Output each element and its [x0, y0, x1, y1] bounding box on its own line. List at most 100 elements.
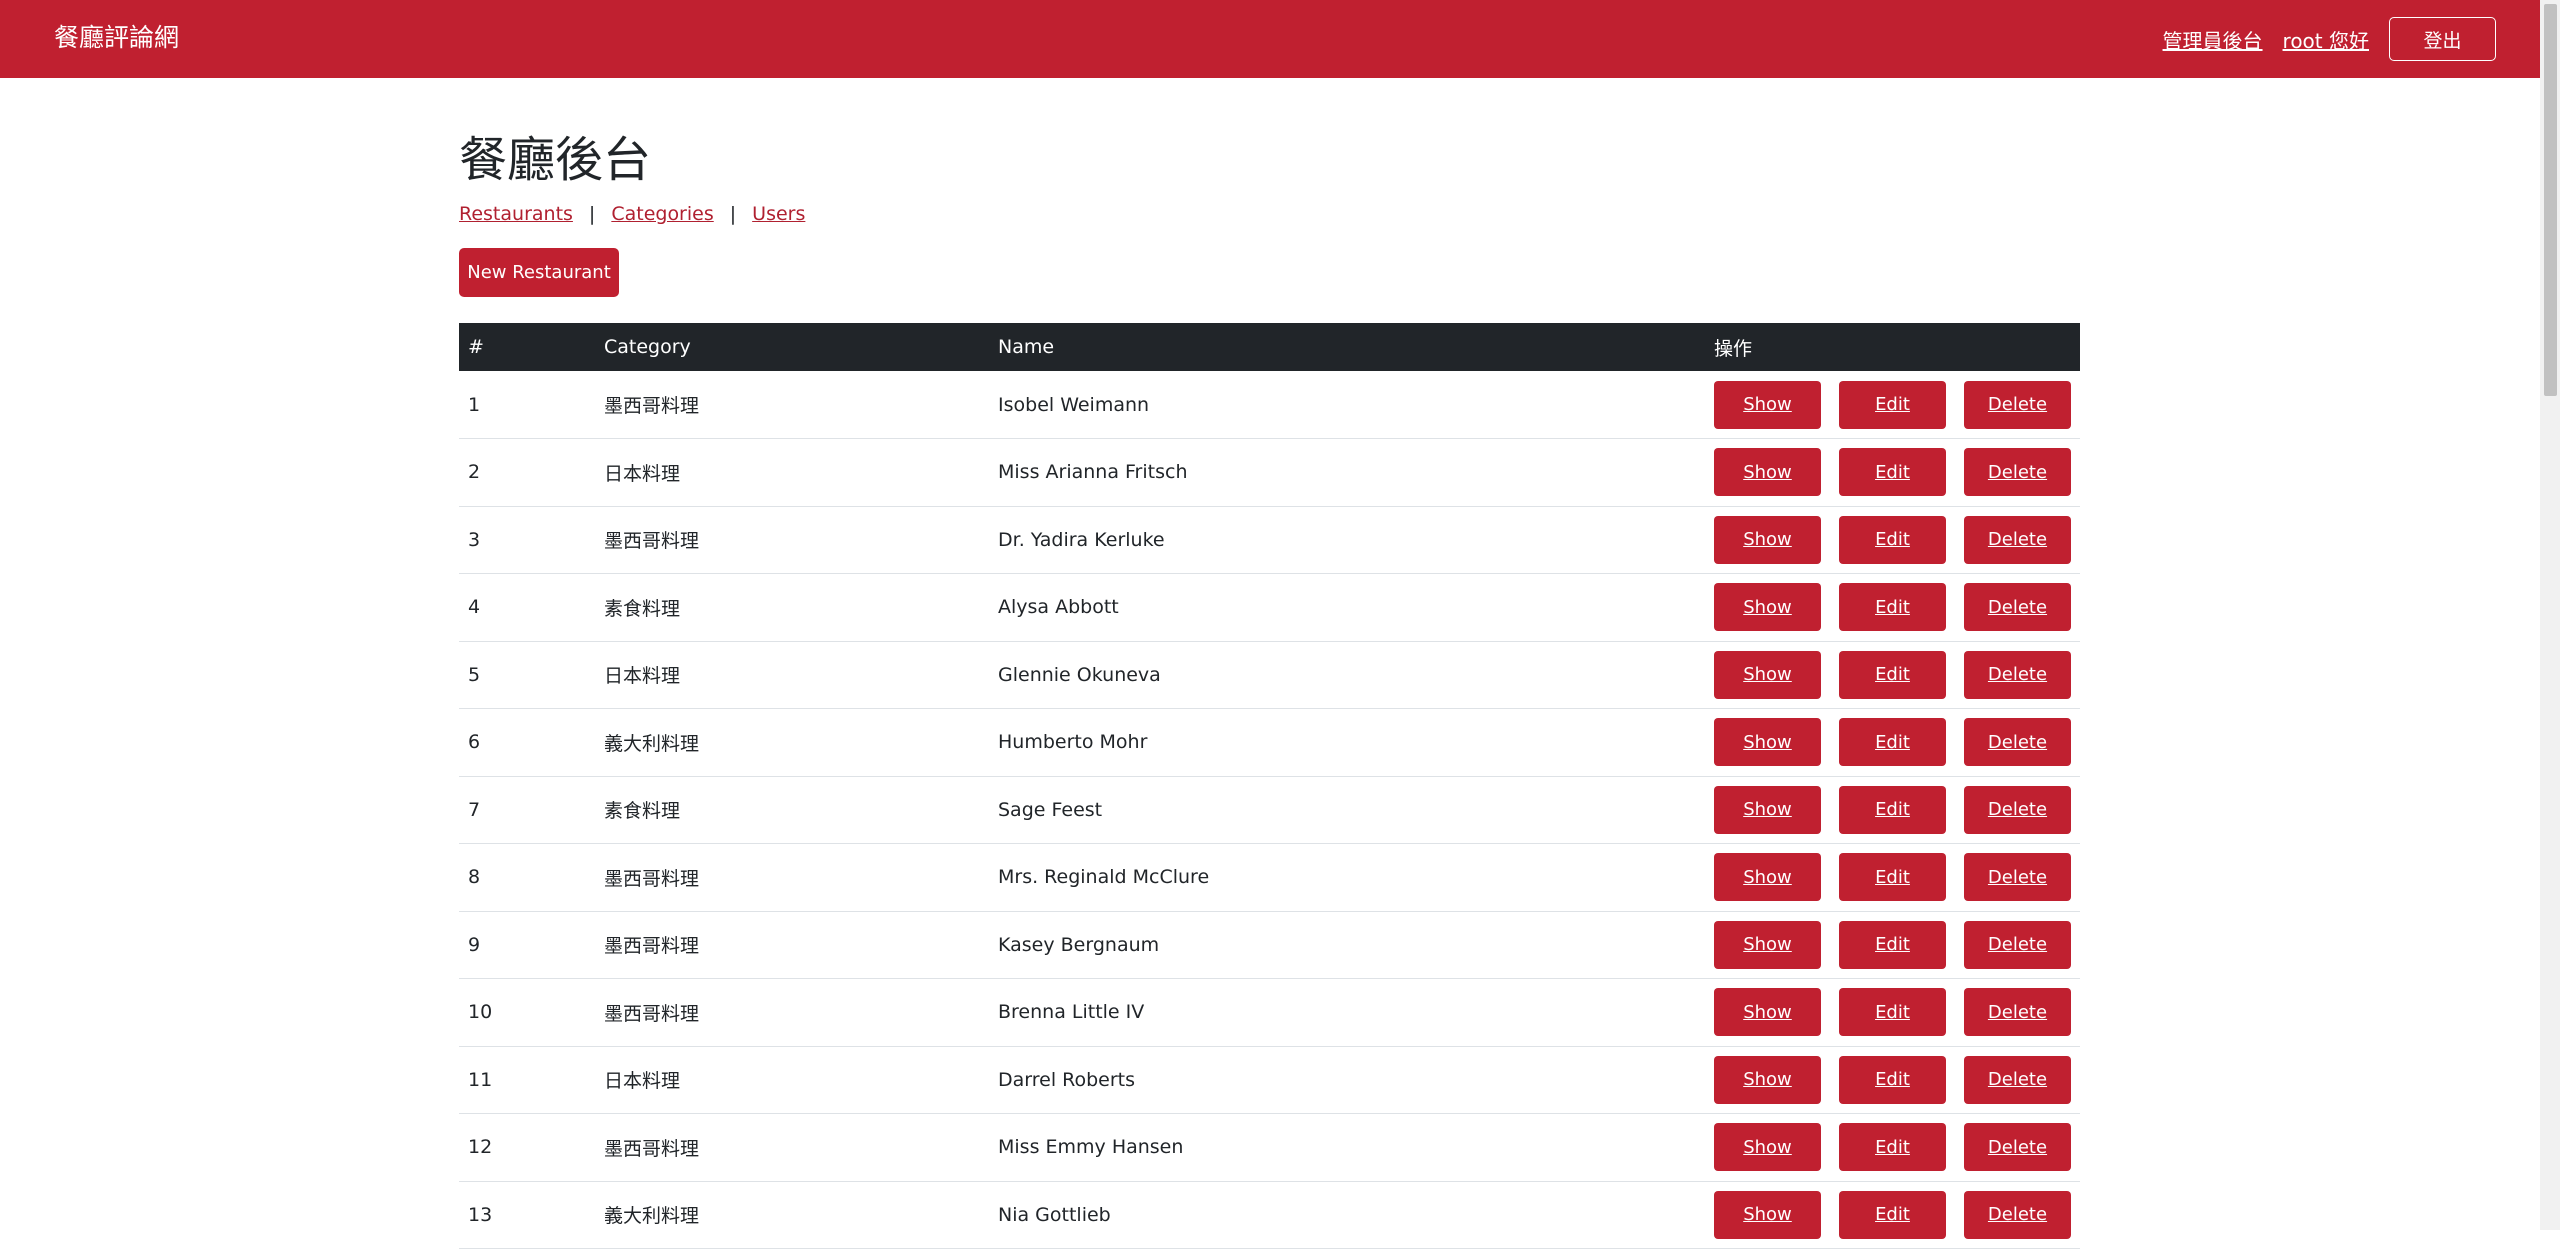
action-buttons: Show Edit Delete: [1714, 448, 2071, 497]
row-actions: Show Edit Delete: [1705, 1046, 2080, 1114]
show-button[interactable]: Show: [1714, 718, 1821, 767]
row-name: Brenna Little IV: [998, 1001, 1145, 1024]
row-id: 1: [468, 393, 481, 416]
table-row: 4 素食料理 Alysa Abbott Show Edit Delete: [459, 574, 2080, 641]
row-id: 7: [468, 798, 481, 821]
action-buttons: Show Edit Delete: [1714, 988, 2071, 1037]
delete-button[interactable]: Delete: [1964, 380, 2071, 429]
user-greeting-link[interactable]: root 您好: [2283, 25, 2369, 54]
table-row: 8 墨西哥料理 Mrs. Reginald McClure Show Edit Delet…: [459, 844, 2080, 912]
row-name: Darrel Roberts: [998, 1068, 1136, 1091]
edit-button[interactable]: Edit: [1839, 583, 1946, 632]
table-header-row: # Category Name 操作: [459, 323, 2080, 371]
row-name: Alysa Abbott: [998, 596, 1119, 619]
subnav-separator: |: [588, 203, 596, 225]
delete-button[interactable]: Delete: [1964, 1190, 2071, 1239]
show-button[interactable]: Show: [1714, 1055, 1821, 1104]
table-row: 12 墨西哥料理 Miss Emmy Hansen Show Edit Delete: [459, 1114, 2080, 1182]
top-navbar: 餐廳評論網 管理員後台 root 您好 登出: [0, 0, 2540, 78]
header-number: #: [468, 336, 484, 358]
action-buttons: Show Edit Delete: [1714, 380, 2071, 429]
delete-button[interactable]: Delete: [1964, 718, 2071, 767]
edit-button[interactable]: Edit: [1839, 718, 1946, 767]
subnav-restaurants-link[interactable]: Restaurants: [459, 203, 573, 225]
show-button[interactable]: Show: [1714, 380, 1821, 429]
row-actions: Show Edit Delete: [1705, 844, 2080, 912]
header-category: Category: [604, 336, 691, 358]
edit-button[interactable]: Edit: [1839, 785, 1946, 834]
action-buttons: Show Edit Delete: [1714, 1055, 2071, 1104]
delete-button[interactable]: Delete: [1964, 650, 2071, 699]
logout-button[interactable]: 登出: [2389, 17, 2496, 61]
row-name: Humberto Mohr: [998, 731, 1148, 754]
action-buttons: Show Edit Delete: [1714, 583, 2071, 632]
brand-link[interactable]: 餐廳評論網: [54, 22, 179, 54]
row-category: 日本料理: [604, 665, 681, 688]
delete-button[interactable]: Delete: [1964, 515, 2071, 564]
show-button[interactable]: Show: [1714, 853, 1821, 902]
new-restaurant-button[interactable]: New Restaurant: [459, 248, 619, 297]
edit-button[interactable]: Edit: [1839, 515, 1946, 564]
edit-button[interactable]: Edit: [1839, 1055, 1946, 1104]
scrollbar-thumb[interactable]: [2544, 4, 2557, 396]
delete-button[interactable]: Delete: [1964, 583, 2071, 632]
delete-button[interactable]: Delete: [1964, 1055, 2071, 1104]
table-row: 2 日本料理 Miss Arianna Fritsch Show Edit Delete: [459, 439, 2080, 506]
table-row: 10 墨西哥料理 Brenna Little IV Show Edit Delete: [459, 979, 2080, 1047]
edit-button[interactable]: Edit: [1839, 920, 1946, 969]
row-category: 義大利料理: [604, 1205, 700, 1228]
row-id: 12: [468, 1136, 493, 1159]
show-button[interactable]: Show: [1714, 650, 1821, 699]
delete-button[interactable]: Delete: [1964, 853, 2071, 902]
row-id: 13: [468, 1203, 493, 1226]
show-button[interactable]: Show: [1714, 583, 1821, 632]
header-name: Name: [998, 336, 1055, 358]
row-actions: Show Edit Delete: [1705, 776, 2080, 844]
row-name: Miss Emmy Hansen: [998, 1136, 1184, 1159]
subnav-users-link[interactable]: Users: [752, 203, 805, 225]
delete-button[interactable]: Delete: [1964, 785, 2071, 834]
show-button[interactable]: Show: [1714, 515, 1821, 564]
delete-button[interactable]: Delete: [1964, 1123, 2071, 1172]
show-button[interactable]: Show: [1714, 988, 1821, 1037]
restaurants-table: # Category Name 操作 1 墨西哥料理 Isobel Weimann S…: [459, 323, 2080, 1249]
delete-button[interactable]: Delete: [1964, 920, 2071, 969]
row-id: 3: [468, 528, 481, 551]
show-button[interactable]: Show: [1714, 920, 1821, 969]
row-name: Dr. Yadira Kerluke: [998, 528, 1165, 551]
page-title: 餐廳後台: [459, 132, 652, 188]
row-id: 8: [468, 866, 481, 889]
row-name: Nia Gottlieb: [998, 1203, 1111, 1226]
edit-button[interactable]: Edit: [1839, 380, 1946, 429]
row-actions: Show Edit Delete: [1705, 1114, 2080, 1182]
row-id: 4: [468, 596, 481, 619]
table-row: 6 義大利料理 Humberto Mohr Show Edit Delete: [459, 709, 2080, 777]
row-id: 9: [468, 933, 481, 956]
row-category: 墨西哥料理: [604, 395, 700, 417]
admin-backend-link[interactable]: 管理員後台: [2163, 25, 2263, 54]
row-category: 素食料理: [604, 800, 681, 823]
edit-button[interactable]: Edit: [1839, 650, 1946, 699]
edit-button[interactable]: Edit: [1839, 448, 1946, 497]
delete-button[interactable]: Delete: [1964, 988, 2071, 1037]
edit-button[interactable]: Edit: [1839, 853, 1946, 902]
row-id: 11: [468, 1068, 493, 1091]
subnav-categories-link[interactable]: Categories: [611, 203, 713, 225]
show-button[interactable]: Show: [1714, 785, 1821, 834]
row-name: Glennie Okuneva: [998, 663, 1161, 686]
row-category: 墨西哥料理: [604, 1137, 700, 1160]
vertical-scrollbar[interactable]: [2540, 0, 2560, 1230]
table-body: 1 墨西哥料理 Isobel Weimann Show Edit Delete 2 日本料理 M…: [459, 371, 2080, 1249]
row-id: 6: [468, 731, 481, 754]
subnav-separator: |: [729, 203, 737, 225]
edit-button[interactable]: Edit: [1839, 1190, 1946, 1239]
row-actions: Show Edit Delete: [1705, 709, 2080, 777]
row-actions: Show Edit Delete: [1705, 979, 2080, 1047]
show-button[interactable]: Show: [1714, 1123, 1821, 1172]
action-buttons: Show Edit Delete: [1714, 1190, 2071, 1239]
show-button[interactable]: Show: [1714, 448, 1821, 497]
edit-button[interactable]: Edit: [1839, 988, 1946, 1037]
show-button[interactable]: Show: [1714, 1190, 1821, 1239]
delete-button[interactable]: Delete: [1964, 448, 2071, 497]
edit-button[interactable]: Edit: [1839, 1123, 1946, 1172]
